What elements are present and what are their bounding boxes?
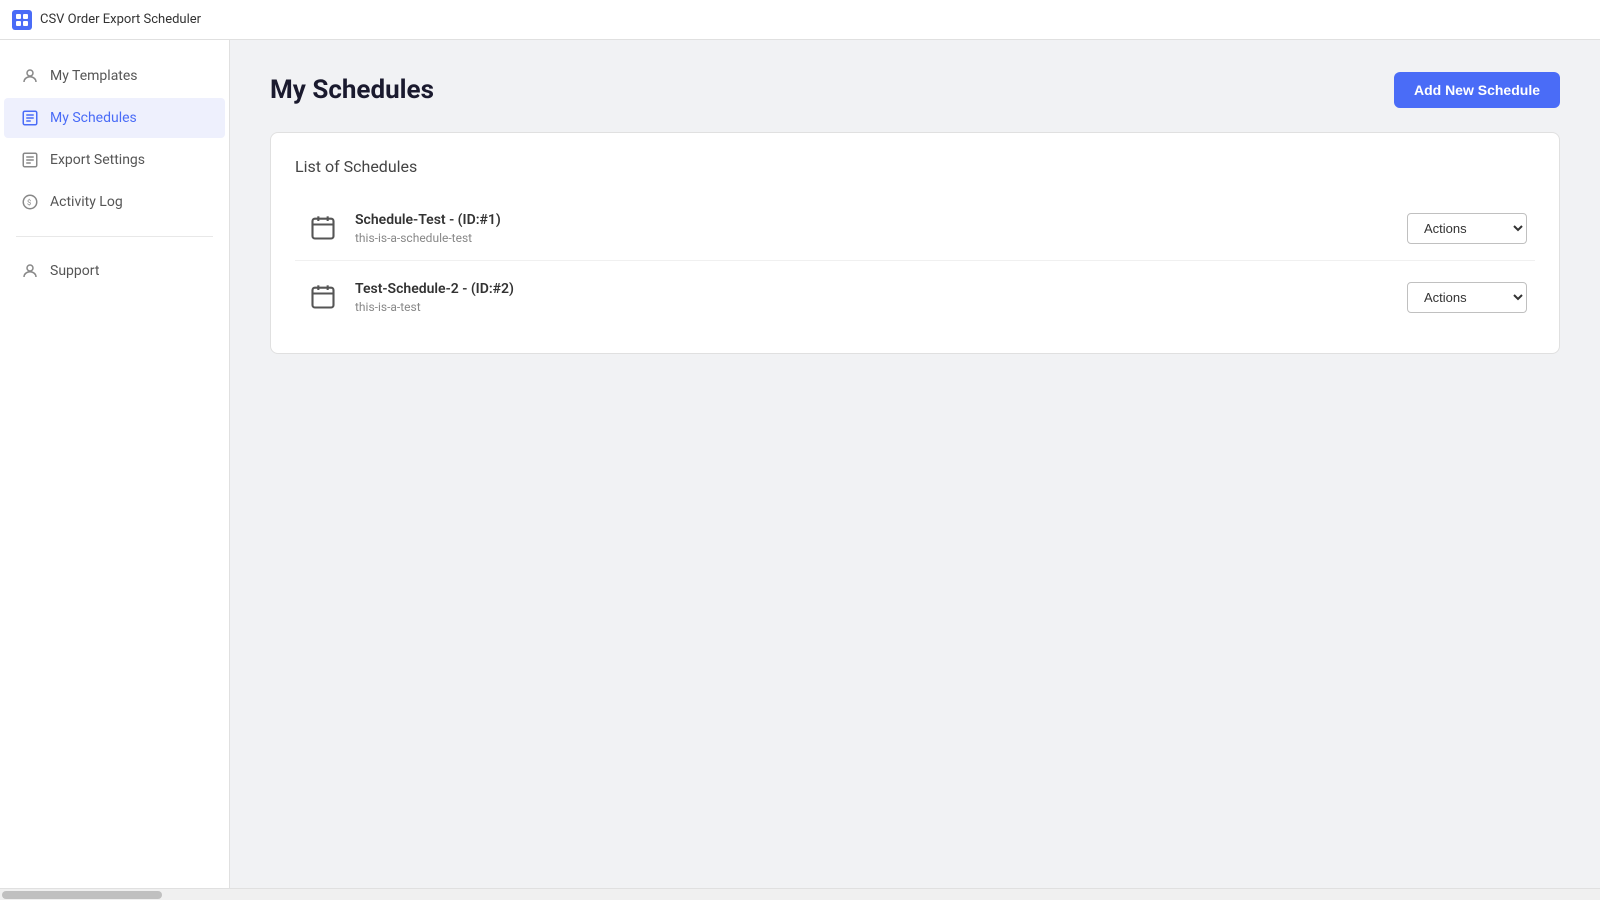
- dollar-icon: $: [20, 192, 40, 212]
- sidebar-item-support[interactable]: Support: [4, 251, 225, 291]
- page-title: My Schedules: [270, 75, 434, 105]
- sidebar-divider: [16, 236, 213, 237]
- main-layout: My Templates My Schedules: [0, 40, 1600, 888]
- app-icon: [12, 10, 32, 30]
- calendar-icon-1: [303, 208, 343, 248]
- top-bar: CSV Order Export Scheduler: [0, 0, 1600, 40]
- person-icon: [20, 66, 40, 86]
- card-title: List of Schedules: [295, 157, 1535, 176]
- sidebar: My Templates My Schedules: [0, 40, 230, 888]
- sidebar-item-label-export-settings: Export Settings: [50, 152, 145, 168]
- sidebar-item-label-activity-log: Activity Log: [50, 194, 123, 210]
- sidebar-item-label-my-schedules: My Schedules: [50, 110, 137, 126]
- sidebar-item-my-schedules[interactable]: My Schedules: [4, 98, 225, 138]
- schedule-info-2: Test-Schedule-2 - (ID:#2) this-is-a-test: [355, 281, 1407, 314]
- person-icon-support: [20, 261, 40, 281]
- app-title: CSV Order Export Scheduler: [40, 12, 201, 27]
- page-header: My Schedules Add New Schedule: [270, 72, 1560, 108]
- add-new-schedule-button[interactable]: Add New Schedule: [1394, 72, 1560, 108]
- sidebar-item-label-my-templates: My Templates: [50, 68, 138, 84]
- schedule-name-1: Schedule-Test - (ID:#1): [355, 212, 1407, 228]
- schedule-name-2: Test-Schedule-2 - (ID:#2): [355, 281, 1407, 297]
- sidebar-item-activity-log[interactable]: $ Activity Log: [4, 182, 225, 222]
- schedule-subtitle-2: this-is-a-test: [355, 300, 1407, 314]
- sidebar-nav: My Templates My Schedules: [0, 56, 229, 872]
- list-icon-export: [20, 150, 40, 170]
- schedule-item-2: Test-Schedule-2 - (ID:#2) this-is-a-test…: [295, 265, 1535, 329]
- sidebar-item-my-templates[interactable]: My Templates: [4, 56, 225, 96]
- schedule-info-1: Schedule-Test - (ID:#1) this-is-a-schedu…: [355, 212, 1407, 245]
- schedule-list: Schedule-Test - (ID:#1) this-is-a-schedu…: [295, 196, 1535, 329]
- schedule-subtitle-1: this-is-a-schedule-test: [355, 231, 1407, 245]
- actions-select-1[interactable]: Actions: [1407, 213, 1527, 244]
- calendar-icon-2: [303, 277, 343, 317]
- schedule-item-1: Schedule-Test - (ID:#1) this-is-a-schedu…: [295, 196, 1535, 261]
- content-area: My Schedules Add New Schedule List of Sc…: [230, 40, 1600, 888]
- svg-text:$: $: [27, 198, 31, 207]
- sidebar-item-export-settings[interactable]: Export Settings: [4, 140, 225, 180]
- sidebar-item-label-support: Support: [50, 263, 99, 279]
- schedules-card: List of Schedules Schedule-Test - (ID:#1…: [270, 132, 1560, 354]
- list-icon-schedules: [20, 108, 40, 128]
- bottom-scrollbar[interactable]: [0, 888, 1600, 900]
- actions-select-2[interactable]: Actions: [1407, 282, 1527, 313]
- scrollbar-thumb: [2, 891, 162, 899]
